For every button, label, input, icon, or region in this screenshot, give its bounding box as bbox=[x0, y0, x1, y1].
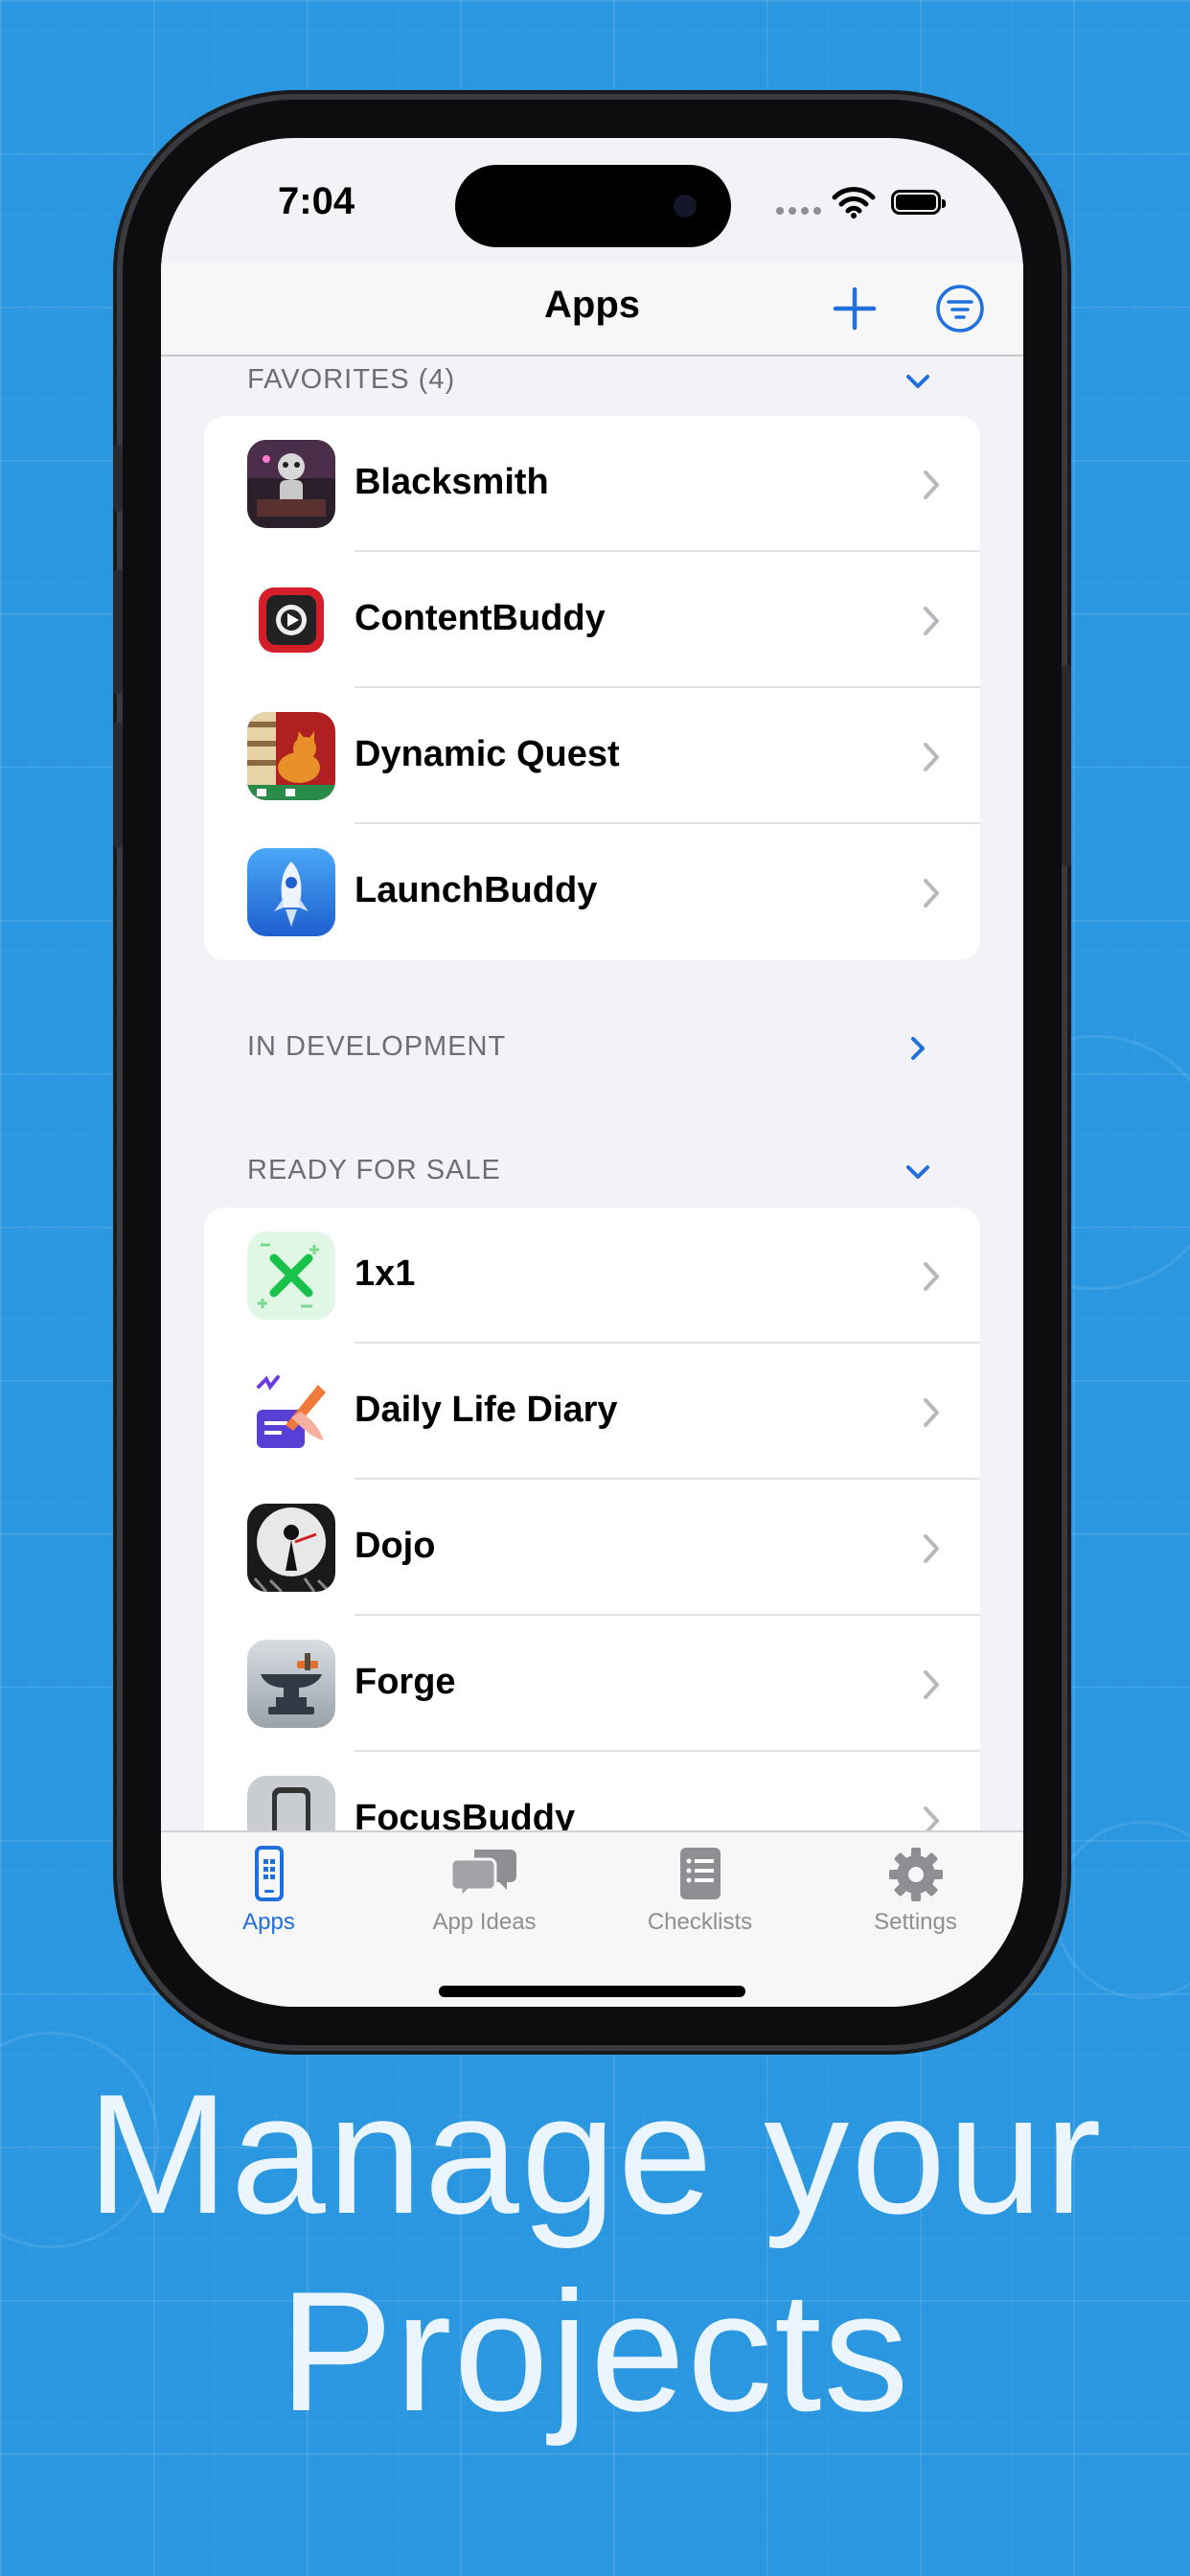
phone-frame: 7:04 Apps FAVORITES (4) Blacksmith Conte… bbox=[113, 100, 1071, 2045]
screen: 7:04 Apps FAVORITES (4) Blacksmith Conte… bbox=[161, 138, 1023, 2007]
tab-app-ideas[interactable]: App Ideas bbox=[377, 1846, 592, 1951]
section-title: READY FOR SALE bbox=[247, 1155, 501, 1185]
1x1-app-icon bbox=[247, 1231, 335, 1320]
section-title: FAVORITES (4) bbox=[247, 364, 456, 395]
chat-bubbles-icon bbox=[450, 1850, 516, 1901]
list-item[interactable]: LaunchBuddy bbox=[204, 824, 980, 960]
favorites-section-header[interactable]: FAVORITES (4) bbox=[247, 356, 937, 404]
app-name: Daily Life Diary bbox=[355, 1390, 618, 1430]
app-name: Dojo bbox=[355, 1526, 436, 1566]
chevron-right-icon bbox=[924, 1398, 939, 1427]
gear-icon bbox=[888, 1848, 943, 1901]
dynamic-island bbox=[455, 165, 731, 247]
chevron-down-icon[interactable] bbox=[899, 1153, 937, 1191]
chevron-right-icon bbox=[924, 879, 939, 908]
chevron-right-icon bbox=[924, 743, 939, 771]
dynamic-quest-app-icon bbox=[247, 712, 335, 800]
list-item[interactable]: 1x1 bbox=[204, 1208, 980, 1344]
app-name: Blacksmith bbox=[355, 462, 549, 502]
headline-line-2: Projects bbox=[279, 2256, 911, 2447]
contentbuddy-app-icon bbox=[247, 576, 335, 664]
cellular-signal-icon bbox=[776, 207, 821, 215]
phone-icon bbox=[254, 1846, 284, 1901]
list-item[interactable]: Dynamic Quest bbox=[204, 688, 980, 824]
list-item[interactable]: Dojo bbox=[204, 1480, 980, 1616]
chevron-right-icon bbox=[924, 607, 939, 635]
blacksmith-app-icon bbox=[247, 440, 335, 528]
home-indicator[interactable] bbox=[439, 1986, 745, 1997]
checklist-icon bbox=[679, 1848, 721, 1899]
list-item[interactable]: Forge bbox=[204, 1616, 980, 1752]
tab-label: Settings bbox=[874, 1909, 957, 1935]
app-name: ContentBuddy bbox=[355, 598, 606, 638]
headline-line-1: Manage your bbox=[86, 2058, 1104, 2249]
navigation-bar: Apps bbox=[161, 263, 1023, 356]
power-button bbox=[1062, 665, 1071, 866]
list-item[interactable]: Daily Life Diary bbox=[204, 1344, 980, 1480]
chevron-right-icon bbox=[924, 1534, 939, 1563]
favorites-group: Blacksmith ContentBuddy Dynamic Quest La… bbox=[204, 416, 980, 960]
tab-settings[interactable]: Settings bbox=[808, 1846, 1023, 1951]
ready-for-sale-section-header[interactable]: READY FOR SALE bbox=[247, 1147, 937, 1195]
app-name: Forge bbox=[355, 1662, 456, 1702]
chevron-right-icon bbox=[924, 471, 939, 499]
app-name: 1x1 bbox=[355, 1254, 416, 1294]
tab-checklists[interactable]: Checklists bbox=[592, 1846, 808, 1951]
chevron-right-icon[interactable] bbox=[899, 1029, 937, 1068]
forge-app-icon bbox=[247, 1640, 335, 1728]
chevron-right-icon bbox=[924, 1670, 939, 1699]
app-name: Dynamic Quest bbox=[355, 734, 620, 774]
tab-label: Apps bbox=[242, 1909, 295, 1935]
list-item[interactable]: Blacksmith bbox=[204, 416, 980, 552]
list-item[interactable]: ContentBuddy bbox=[204, 552, 980, 688]
list-item[interactable]: FocusBuddy bbox=[204, 1752, 980, 1830]
chevron-down-icon[interactable] bbox=[899, 362, 937, 401]
launchbuddy-app-icon bbox=[247, 848, 335, 936]
app-name: LaunchBuddy bbox=[355, 870, 598, 910]
section-title: IN DEVELOPMENT bbox=[247, 1031, 507, 1062]
battery-icon bbox=[891, 190, 946, 215]
dojo-app-icon bbox=[247, 1504, 335, 1592]
status-time: 7:04 bbox=[278, 180, 355, 222]
volume-down-button bbox=[113, 723, 123, 847]
tab-apps[interactable]: Apps bbox=[161, 1846, 377, 1951]
wifi-icon bbox=[832, 187, 876, 218]
apps-list: FAVORITES (4) Blacksmith ContentBuddy Dy… bbox=[161, 356, 1023, 1830]
tab-label: App Ideas bbox=[432, 1909, 537, 1935]
focusbuddy-app-icon bbox=[247, 1776, 335, 1830]
page-title: Apps bbox=[544, 284, 640, 326]
daily-life-diary-app-icon bbox=[247, 1368, 335, 1456]
side-button bbox=[113, 445, 123, 512]
volume-up-button bbox=[113, 569, 123, 694]
tab-label: Checklists bbox=[647, 1909, 753, 1935]
ready-for-sale-group: 1x1 Daily Life Diary Dojo Forge FocusBud… bbox=[204, 1208, 980, 1830]
chevron-right-icon bbox=[924, 1806, 939, 1830]
chevron-right-icon bbox=[924, 1262, 939, 1291]
filter-button[interactable] bbox=[933, 282, 987, 335]
tab-bar: Apps App Ideas Checklists Settings bbox=[161, 1830, 1023, 2007]
add-app-button[interactable] bbox=[828, 282, 881, 335]
app-name: FocusBuddy bbox=[355, 1798, 576, 1830]
in-development-section-header[interactable]: IN DEVELOPMENT bbox=[247, 1024, 937, 1071]
